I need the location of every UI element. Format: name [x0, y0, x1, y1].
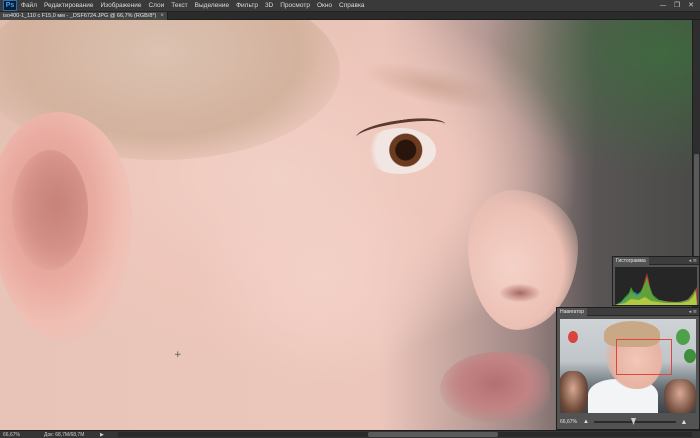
thumb-child-right: [664, 379, 696, 413]
navigator-thumbnail[interactable]: [560, 319, 696, 413]
horizontal-scrollbar[interactable]: [118, 432, 692, 437]
photo-nostril: [500, 284, 540, 302]
photo-brow: [357, 52, 513, 120]
histogram-panel: Гистограмма ◂ ≡: [612, 256, 700, 306]
thumb-balloon-green-2: [684, 349, 696, 363]
menu-layers[interactable]: Слои: [148, 2, 164, 9]
histogram-tab[interactable]: Гистограмма: [613, 256, 649, 265]
photo-cheek: [190, 170, 450, 390]
menu-filter[interactable]: Фильтр: [236, 2, 258, 9]
photo-lip: [440, 352, 550, 422]
navigator-footer: 66,67% ▲ ▲: [557, 415, 699, 429]
window-controls: — ❐ ✕: [658, 1, 696, 10]
photo-ear-inner: [12, 150, 88, 270]
navigator-tab[interactable]: Навигатор: [557, 307, 588, 316]
panel-menu-icon[interactable]: ◂ ≡: [689, 308, 697, 316]
horizontal-scroll-thumb[interactable]: [368, 432, 498, 437]
histogram-green: [615, 277, 697, 305]
status-menu-arrow-icon[interactable]: ▶: [100, 432, 104, 438]
minimize-icon[interactable]: —: [658, 1, 668, 10]
menu-view[interactable]: Просмотр: [280, 2, 310, 9]
thumb-child-left: [560, 371, 588, 413]
zoom-in-icon[interactable]: ▲: [679, 419, 689, 426]
close-icon[interactable]: ✕: [686, 1, 696, 10]
navigator-zoom-slider[interactable]: [594, 418, 676, 425]
document-size-info: Док: 68,7M/68,7M: [44, 431, 85, 438]
document-tab[interactable]: iso400-1_110 c F15,0 мм - _DSF6724.JPG @…: [0, 12, 168, 20]
zoom-slider-knob[interactable]: [631, 418, 636, 425]
navigator-view-box[interactable]: [616, 339, 672, 375]
zoom-level-field[interactable]: 66,67%: [0, 432, 40, 438]
panel-menu-icon[interactable]: ◂ ≡: [689, 257, 697, 265]
crosshair-icon: +: [174, 350, 182, 360]
menu-bar: Ps Файл Редактирование Изображение Слои …: [0, 0, 700, 12]
tab-close-icon[interactable]: ×: [160, 12, 164, 20]
document-tab-bar: iso400-1_110 c F15,0 мм - _DSF6724.JPG @…: [0, 12, 700, 20]
menu-help[interactable]: Справка: [339, 2, 365, 9]
navigator-panel-header: Навигатор ◂ ≡: [557, 307, 699, 316]
menu-file[interactable]: Файл: [21, 2, 37, 9]
thumb-balloon-green: [676, 329, 690, 345]
navigator-zoom-field[interactable]: 66,67%: [557, 419, 581, 425]
status-bar: 66,67% Док: 68,7M/68,7M ▶: [0, 430, 700, 438]
photoshop-logo: Ps: [3, 0, 17, 11]
document-tab-title: iso400-1_110 c F15,0 мм - _DSF6724.JPG @…: [3, 13, 157, 19]
menu-type[interactable]: Текст: [171, 2, 187, 9]
menu-edit[interactable]: Редактирование: [44, 2, 94, 9]
histogram-chart: [615, 273, 697, 305]
navigator-panel: Навигатор ◂ ≡ 66,67% ▲ ▲: [556, 307, 700, 430]
menu-image[interactable]: Изображение: [101, 2, 142, 9]
menu-3d[interactable]: 3D: [265, 2, 273, 9]
histogram-graph: [615, 267, 697, 305]
zoom-out-icon[interactable]: ▲: [581, 419, 591, 425]
menu-select[interactable]: Выделение: [195, 2, 229, 9]
thumb-balloon-red: [568, 331, 578, 343]
menu-window[interactable]: Окно: [317, 2, 332, 9]
restore-icon[interactable]: ❐: [672, 1, 682, 10]
vertical-scroll-thumb[interactable]: [694, 154, 699, 270]
histogram-panel-header: Гистограмма ◂ ≡: [613, 256, 699, 265]
